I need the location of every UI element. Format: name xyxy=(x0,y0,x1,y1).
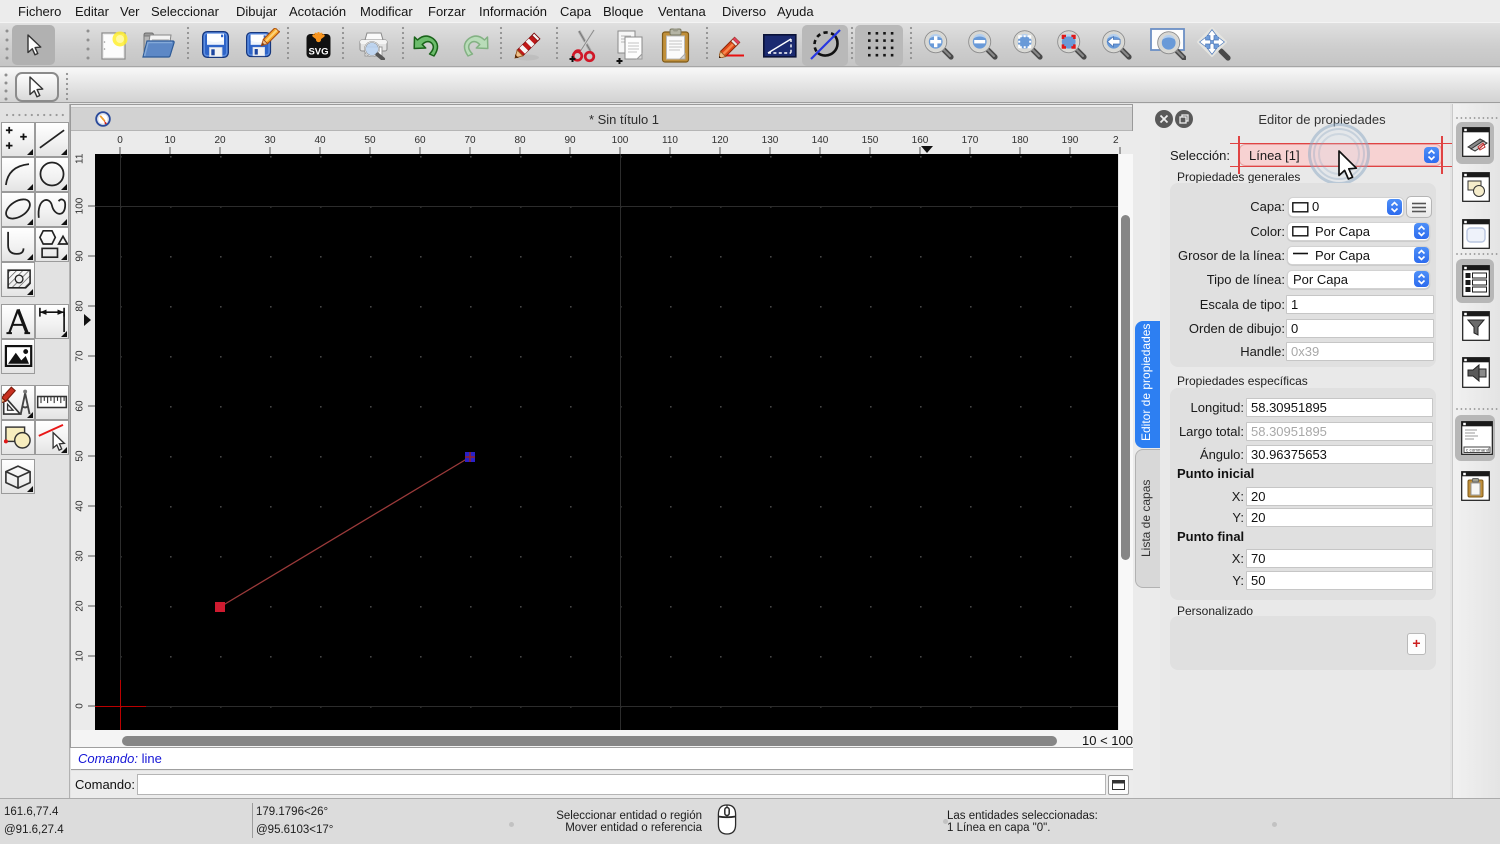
svg-text:190: 190 xyxy=(1062,135,1079,146)
svg-text:40: 40 xyxy=(75,500,86,512)
svg-text:20: 20 xyxy=(214,135,226,146)
svg-text:60: 60 xyxy=(414,135,426,146)
svg-text:SVG: SVG xyxy=(308,47,328,58)
svg-text:100: 100 xyxy=(612,135,629,146)
svg-text:40: 40 xyxy=(314,135,326,146)
svg-text:130: 130 xyxy=(762,135,779,146)
svg-text:150: 150 xyxy=(862,135,879,146)
svg-text:10: 10 xyxy=(75,650,86,662)
svg-text:80: 80 xyxy=(514,135,526,146)
svg-text:160: 160 xyxy=(912,135,929,146)
svg-text:90: 90 xyxy=(75,250,86,262)
svg-text:0: 0 xyxy=(117,135,123,146)
svg-text:50: 50 xyxy=(75,450,86,462)
svg-text:50: 50 xyxy=(364,135,376,146)
svg-text:10: 10 xyxy=(164,135,176,146)
svg-text:80: 80 xyxy=(75,300,86,312)
svg-text:20: 20 xyxy=(75,600,86,612)
svg-text:110: 110 xyxy=(75,154,86,164)
svg-text:30: 30 xyxy=(264,135,276,146)
svg-text:110: 110 xyxy=(662,135,678,146)
svg-text:0: 0 xyxy=(75,703,86,709)
svg-text:90: 90 xyxy=(564,135,576,146)
svg-text:140: 140 xyxy=(812,135,829,146)
svg-text:170: 170 xyxy=(962,135,979,146)
svg-text:70: 70 xyxy=(464,135,476,146)
svg-text:30: 30 xyxy=(75,550,86,562)
svg-text:100: 100 xyxy=(75,197,86,214)
svg-text:70: 70 xyxy=(75,350,86,362)
svg-text:120: 120 xyxy=(712,135,729,146)
svg-text:2: 2 xyxy=(1113,135,1119,146)
svg-text:60: 60 xyxy=(75,400,86,412)
svg-text:180: 180 xyxy=(1012,135,1029,146)
svg-text:c command: c command xyxy=(1466,448,1490,453)
